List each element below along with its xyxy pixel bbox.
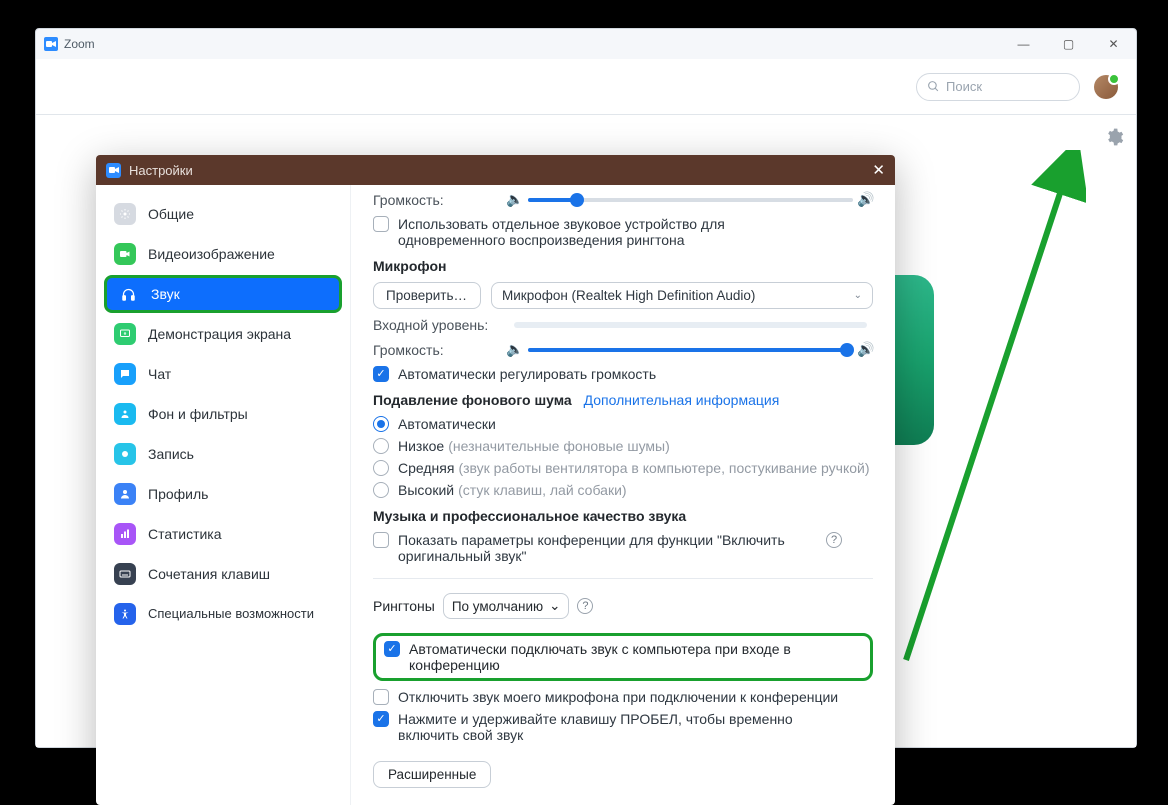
window-title: Zoom: [64, 37, 95, 51]
accessibility-icon: [114, 603, 136, 625]
sidebar-item-general[interactable]: Общие: [104, 195, 342, 233]
sidebar-item-statistics[interactable]: Статистика: [104, 515, 342, 553]
space-unmute-label: Нажмите и удерживайте клавишу ПРОБЕЛ, чт…: [398, 711, 838, 743]
background-decoration: [894, 275, 934, 445]
separate-ringtone-device-label: Использовать отдельное звуковое устройст…: [398, 216, 818, 248]
search-input[interactable]: Поиск: [916, 73, 1080, 101]
dialog-titlebar: Настройки ✕: [96, 155, 895, 185]
show-original-sound-checkbox[interactable]: [373, 532, 389, 548]
chevron-down-icon: ⌄: [854, 290, 862, 301]
mic-device-select[interactable]: Микрофон (Realtek High Definition Audio)…: [491, 282, 873, 309]
main-body: Настройки ✕ Общие Видеоизображение Звук …: [36, 115, 1136, 747]
settings-dialog: Настройки ✕ Общие Видеоизображение Звук …: [96, 155, 895, 805]
statistics-icon: [114, 523, 136, 545]
headphones-icon: [117, 283, 139, 305]
search-icon: [927, 80, 940, 93]
auto-adjust-volume-checkbox[interactable]: [373, 366, 389, 382]
noise-auto-radio[interactable]: [373, 416, 389, 432]
show-original-sound-label: Показать параметры конференции для функц…: [398, 532, 818, 564]
sidebar-item-chat[interactable]: Чат: [104, 355, 342, 393]
input-level-meter: [514, 322, 867, 328]
chevron-down-icon: ⌄: [549, 598, 560, 614]
speaker-volume-slider[interactable]: [528, 198, 853, 202]
sidebar-item-audio[interactable]: Звук: [104, 275, 342, 313]
ringtones-select[interactable]: По умолчанию⌄: [443, 593, 570, 619]
mic-volume-slider[interactable]: [528, 348, 853, 352]
noise-more-info-link[interactable]: Дополнительная информация: [584, 392, 780, 408]
speaker-high-icon: 🔊: [859, 191, 873, 208]
search-placeholder: Поиск: [946, 79, 982, 94]
noise-suppression-heading: Подавление фонового шума Дополнительная …: [373, 392, 873, 408]
maximize-button[interactable]: ▢: [1046, 29, 1091, 59]
ringtones-label: Рингтоны: [373, 598, 435, 614]
profile-icon: [114, 483, 136, 505]
zoom-logo-icon: [106, 163, 121, 178]
speaker-high-icon: 🔊: [859, 341, 873, 358]
mic-volume-label: Громкость:: [373, 342, 508, 358]
test-mic-button[interactable]: Проверить м...: [373, 282, 481, 309]
noise-low-radio[interactable]: [373, 438, 389, 454]
keyboard-icon: [114, 563, 136, 585]
chat-icon: [114, 363, 136, 385]
advanced-button[interactable]: Расширенные: [373, 761, 491, 788]
sidebar-item-accessibility[interactable]: Специальные возможности: [104, 595, 342, 633]
speaker-volume-label: Громкость:: [373, 192, 508, 208]
minimize-button[interactable]: —: [1001, 29, 1046, 59]
noise-medium-radio[interactable]: [373, 460, 389, 476]
microphone-heading: Микрофон: [373, 258, 873, 274]
app-window: Zoom — ▢ ✕ Поиск Настро: [35, 28, 1137, 748]
separate-ringtone-device-checkbox[interactable]: [373, 216, 389, 232]
music-quality-heading: Музыка и профессиональное качество звука: [373, 508, 873, 524]
share-screen-icon: [114, 323, 136, 345]
close-button[interactable]: ✕: [1091, 29, 1136, 59]
auto-join-audio-checkbox[interactable]: [384, 641, 400, 657]
help-icon[interactable]: ?: [577, 598, 593, 614]
gear-icon: [114, 203, 136, 225]
background-icon: [114, 403, 136, 425]
speaker-low-icon: 🔈: [508, 341, 522, 358]
auto-adjust-volume-label: Автоматически регулировать громкость: [398, 366, 656, 382]
sidebar-item-recording[interactable]: Запись: [104, 435, 342, 473]
input-level-label: Входной уровень:: [373, 317, 508, 333]
settings-sidebar: Общие Видеоизображение Звук Демонстрация…: [96, 185, 351, 805]
sidebar-item-video[interactable]: Видеоизображение: [104, 235, 342, 273]
sidebar-item-background[interactable]: Фон и фильтры: [104, 395, 342, 433]
space-unmute-checkbox[interactable]: [373, 711, 389, 727]
settings-content: Громкость: 🔈 🔊 Использовать отдельное зв…: [351, 185, 895, 805]
gear-icon[interactable]: [1104, 127, 1124, 152]
record-icon: [114, 443, 136, 465]
titlebar: Zoom — ▢ ✕: [36, 29, 1136, 59]
sidebar-item-profile[interactable]: Профиль: [104, 475, 342, 513]
help-icon[interactable]: ?: [826, 532, 842, 548]
noise-high-radio[interactable]: [373, 482, 389, 498]
mute-on-join-label: Отключить звук моего микрофона при подкл…: [398, 689, 838, 705]
video-icon: [114, 243, 136, 265]
mute-on-join-checkbox[interactable]: [373, 689, 389, 705]
auto-join-audio-label: Автоматически подключать звук с компьюте…: [409, 641, 862, 673]
sidebar-item-shortcuts[interactable]: Сочетания клавиш: [104, 555, 342, 593]
auto-join-audio-highlight: Автоматически подключать звук с компьюте…: [373, 633, 873, 681]
speaker-low-icon: 🔈: [508, 191, 522, 208]
zoom-logo-icon: [44, 37, 58, 51]
sidebar-item-share[interactable]: Демонстрация экрана: [104, 315, 342, 353]
avatar[interactable]: [1094, 75, 1118, 99]
dialog-title: Настройки: [129, 163, 193, 178]
dialog-close-button[interactable]: ✕: [872, 161, 885, 179]
main-topbar: Поиск: [36, 59, 1136, 115]
